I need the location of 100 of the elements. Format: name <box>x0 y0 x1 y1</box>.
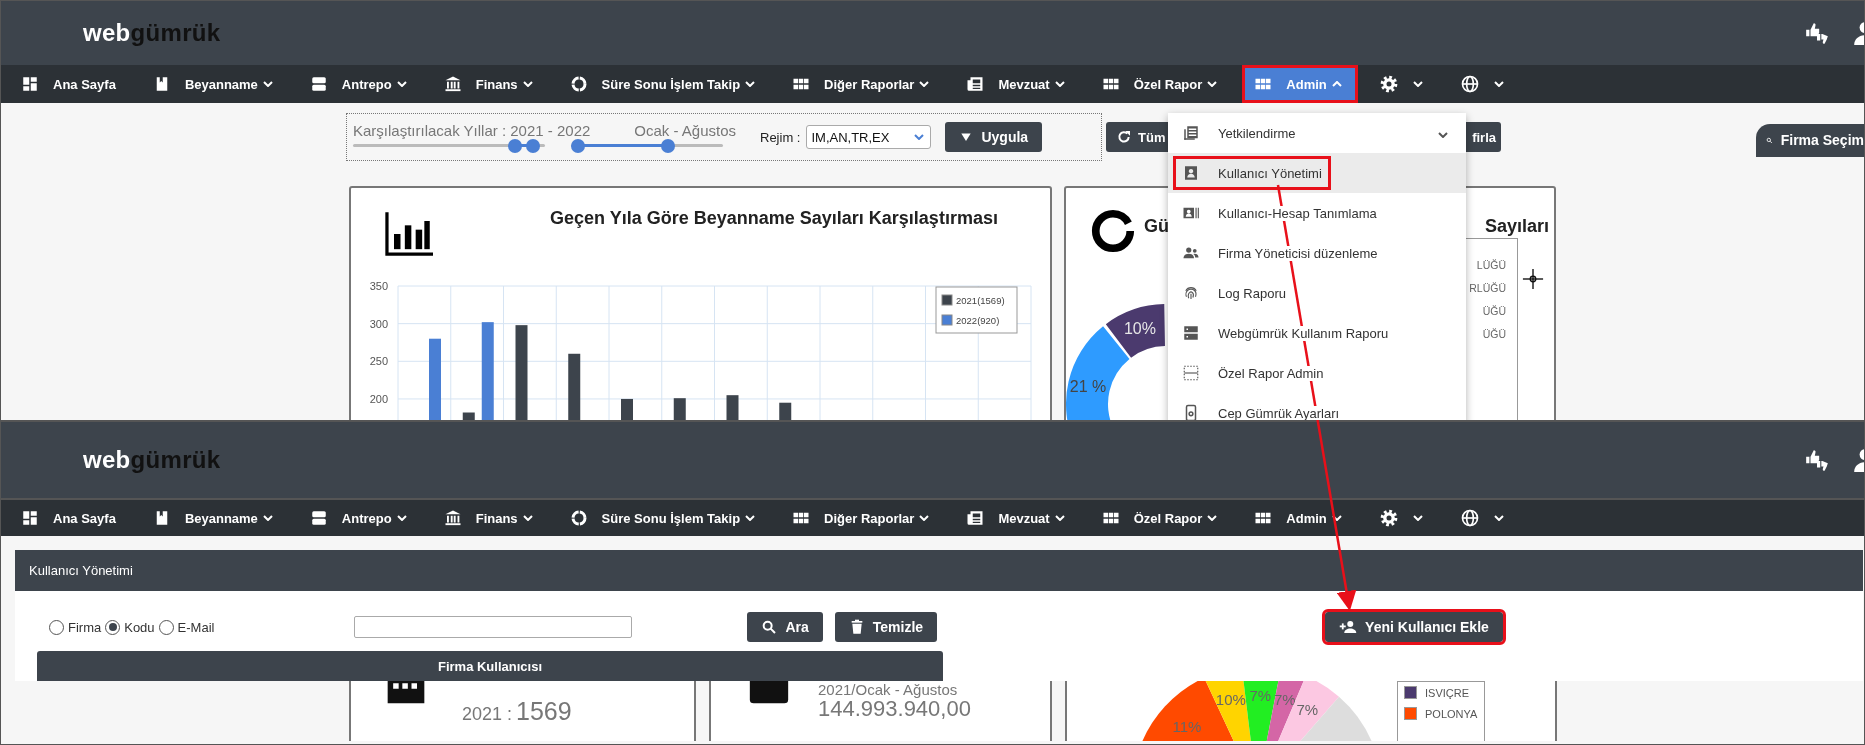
nav-menu[interactable]: Özel Rapor <box>1089 500 1234 536</box>
search-icon <box>761 619 778 635</box>
circle-arrows-icon <box>569 509 588 527</box>
legend-label: POLONYA <box>1425 707 1478 720</box>
nav-menu[interactable]: Süre Sonu İşlem Takip <box>557 65 772 103</box>
bank-icon <box>443 509 462 527</box>
newspaper-icon <box>966 75 985 93</box>
caret-down-icon <box>396 515 407 521</box>
caret-down-icon <box>1054 515 1065 521</box>
menu-item[interactable]: Yetkilendirme <box>1168 113 1466 153</box>
nav-menu[interactable]: Antrepo <box>297 500 423 536</box>
nav-item[interactable]: Ana Sayfa <box>9 65 132 103</box>
menu-item[interactable]: Webgümrük Kullanım Raporu <box>1168 313 1466 353</box>
slider-thumb[interactable] <box>660 138 675 153</box>
axis-tick-label: 200 <box>369 392 388 405</box>
caret-down-icon <box>1331 515 1342 521</box>
nav-menu[interactable]: Süre Sonu İşlem Takip <box>557 500 772 536</box>
drawers-icon <box>309 75 328 93</box>
caret-down-icon <box>1493 515 1504 521</box>
slice-label: 7% <box>1273 691 1296 709</box>
legend-label: LÜĞÜ <box>1476 259 1506 271</box>
nav-menu[interactable]: Admin <box>1242 500 1358 536</box>
nav-menu[interactable]: Finans <box>431 500 549 536</box>
settings-icon <box>1378 508 1399 528</box>
caret-down-icon <box>522 515 533 521</box>
newspaper-icon <box>966 509 985 527</box>
clear-button[interactable]: Temizle <box>834 612 938 642</box>
count-value: 2021 : 1569 <box>462 697 572 727</box>
bar <box>673 398 686 420</box>
slider-thumb[interactable] <box>525 138 540 153</box>
range-slider[interactable] <box>353 138 545 153</box>
slice-label: 10% <box>1123 320 1156 338</box>
logo-text: webgümrük <box>83 446 221 474</box>
caret-down-icon <box>919 81 930 87</box>
nav-menu[interactable]: Admin <box>1242 65 1358 103</box>
range-slider[interactable] <box>571 138 723 153</box>
legend-label: ISVIÇRE <box>1425 686 1469 699</box>
caret-down-icon <box>1412 81 1423 87</box>
nav-menu[interactable]: Finans <box>431 65 549 103</box>
axis-tick-label: 350 <box>369 280 388 292</box>
menu-item[interactable]: Log Raporu <box>1168 273 1466 313</box>
caret-up-icon <box>1331 81 1342 87</box>
search-button[interactable]: Ara <box>747 612 823 642</box>
nav-menu[interactable]: Diğer Raporlar <box>780 500 946 536</box>
add-user-button[interactable]: Yeni Kullanıcı Ekle <box>1325 612 1503 642</box>
bar <box>779 402 792 420</box>
menu-item[interactable]: Özel Rapor Admin <box>1168 353 1466 393</box>
menu-item[interactable]: Cep Gümrük Ayarları <box>1168 393 1466 420</box>
caret-down-icon <box>1207 81 1218 87</box>
menu-item[interactable]: Kullanıcı-Hesap Tanımlama <box>1168 193 1466 233</box>
dotted-grid-icon <box>1182 364 1200 382</box>
slice-label: 11% <box>1172 717 1202 735</box>
nav-menu[interactable]: Beyanname <box>140 500 289 536</box>
nav-menu[interactable]: Diğer Raporlar <box>780 65 946 103</box>
nav-menu[interactable]: Beyanname <box>140 65 289 103</box>
regime-label: Rejim : <box>760 129 801 145</box>
server-icon <box>1182 324 1200 342</box>
menu-item[interactable]: Firma Yöneticisi düzenleme <box>1168 233 1466 273</box>
slider-thumb[interactable] <box>507 138 522 153</box>
bar <box>621 398 633 420</box>
caret-down-icon <box>745 515 756 521</box>
bar <box>568 353 581 420</box>
globe-icon <box>1459 508 1480 528</box>
nav-menu[interactable]: Mevzuat <box>954 500 1081 536</box>
caret-down-icon <box>1493 81 1504 87</box>
bar <box>726 395 739 420</box>
slider-thumb[interactable] <box>571 138 585 153</box>
legend-label: 2021(1569) <box>956 295 1005 306</box>
caret-down-icon <box>396 81 407 87</box>
nav-item[interactable]: Ana Sayfa <box>9 500 132 536</box>
dashboard-icon <box>21 75 39 93</box>
apply-button[interactable]: Uygula <box>945 122 1043 152</box>
bank-icon <box>443 75 462 93</box>
radio-option[interactable]: Kodu <box>105 619 155 635</box>
card-title: Sayıları <box>1485 216 1550 237</box>
caret-down-icon <box>1054 81 1065 87</box>
caret-down-icon <box>919 515 930 521</box>
circle-arrows-icon <box>569 75 588 93</box>
radio-option[interactable]: E-Mail <box>158 619 215 635</box>
slice-label: 21 % <box>1069 378 1107 395</box>
nav-menu[interactable]: Antrepo <box>297 65 423 103</box>
nav-menu[interactable]: Mevzuat <box>954 65 1081 103</box>
radio-option[interactable]: Firma <box>49 619 102 635</box>
drawers-icon <box>309 509 328 527</box>
ring-icon <box>1090 208 1136 254</box>
slice-label: 10% <box>1215 690 1246 708</box>
search-field[interactable] <box>354 616 633 638</box>
panel-title: Kullanıcı Yönetimi <box>29 563 133 578</box>
logo-text: webgümrük <box>83 19 221 47</box>
menu-item[interactable]: Kullanıcı Yönetimi <box>1168 153 1466 193</box>
company-select-tab[interactable]: Firma Seçim <box>1756 123 1864 157</box>
settings-icon <box>1378 74 1399 94</box>
globe-icon <box>1459 74 1480 94</box>
slice-label: 7% <box>1249 687 1272 705</box>
card-title: Gü <box>1144 216 1169 237</box>
nav-menu[interactable]: Özel Rapor <box>1089 65 1234 103</box>
crosshair-icon <box>1522 268 1544 290</box>
table-header: Firma Kullanıcısı <box>37 651 943 681</box>
fingerprint-icon <box>1182 284 1200 302</box>
regime-select[interactable]: IM,AN,TR,EX <box>806 125 932 149</box>
